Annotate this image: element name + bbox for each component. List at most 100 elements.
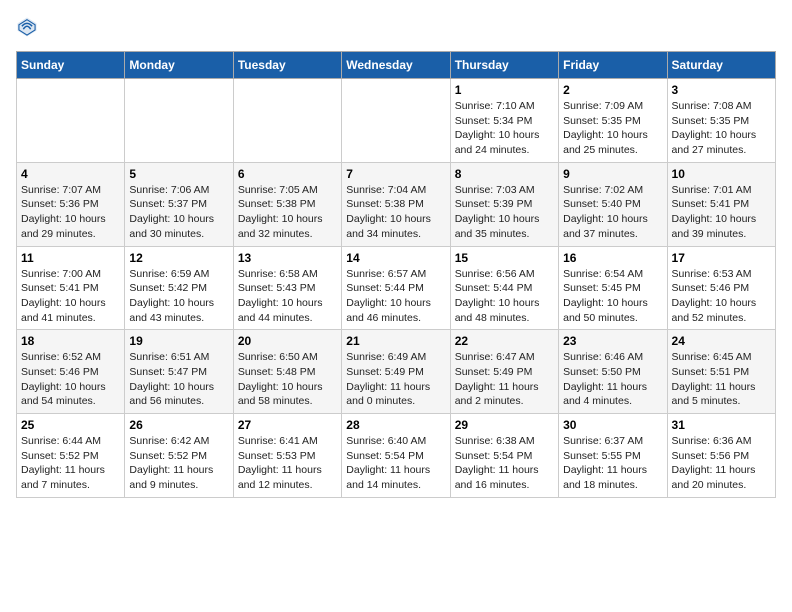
- day-info: Sunrise: 6:52 AM Sunset: 5:46 PM Dayligh…: [21, 350, 120, 409]
- day-info: Sunrise: 6:54 AM Sunset: 5:45 PM Dayligh…: [563, 267, 662, 326]
- day-info: Sunrise: 7:05 AM Sunset: 5:38 PM Dayligh…: [238, 183, 337, 242]
- calendar-cell: 11 Sunrise: 7:00 AM Sunset: 5:41 PM Dayli…: [17, 246, 125, 330]
- calendar-cell: [342, 79, 450, 163]
- calendar-cell: 2 Sunrise: 7:09 AM Sunset: 5:35 PM Daylig…: [559, 79, 667, 163]
- calendar-cell: 26 Sunrise: 6:42 AM Sunset: 5:52 PM Dayli…: [125, 414, 233, 498]
- day-info: Sunrise: 6:58 AM Sunset: 5:43 PM Dayligh…: [238, 267, 337, 326]
- day-info: Sunrise: 7:00 AM Sunset: 5:41 PM Dayligh…: [21, 267, 120, 326]
- column-header-monday: Monday: [125, 52, 233, 79]
- day-info: Sunrise: 6:38 AM Sunset: 5:54 PM Dayligh…: [455, 434, 554, 493]
- day-number: 31: [672, 418, 771, 432]
- day-number: 26: [129, 418, 228, 432]
- day-info: Sunrise: 6:45 AM Sunset: 5:51 PM Dayligh…: [672, 350, 771, 409]
- day-number: 28: [346, 418, 445, 432]
- day-number: 20: [238, 334, 337, 348]
- day-number: 30: [563, 418, 662, 432]
- calendar-header-row: SundayMondayTuesdayWednesdayThursdayFrid…: [17, 52, 776, 79]
- calendar-cell: 1 Sunrise: 7:10 AM Sunset: 5:34 PM Daylig…: [450, 79, 558, 163]
- calendar-cell: [125, 79, 233, 163]
- day-number: 23: [563, 334, 662, 348]
- calendar-cell: 29 Sunrise: 6:38 AM Sunset: 5:54 PM Dayli…: [450, 414, 558, 498]
- calendar-cell: 5Sunrise: 7:06 AM Sunset: 5:37 PM Daylig…: [125, 162, 233, 246]
- day-info: Sunrise: 6:57 AM Sunset: 5:44 PM Dayligh…: [346, 267, 445, 326]
- day-number: 6: [238, 167, 337, 181]
- day-number: 13: [238, 251, 337, 265]
- day-number: 7: [346, 167, 445, 181]
- calendar-table: SundayMondayTuesdayWednesdayThursdayFrid…: [16, 51, 776, 498]
- calendar-week-row: 11 Sunrise: 7:00 AM Sunset: 5:41 PM Dayli…: [17, 246, 776, 330]
- column-header-wednesday: Wednesday: [342, 52, 450, 79]
- day-number: 4: [21, 167, 120, 181]
- day-number: 1: [455, 83, 554, 97]
- day-number: 2: [563, 83, 662, 97]
- day-info: Sunrise: 7:03 AM Sunset: 5:39 PM Dayligh…: [455, 183, 554, 242]
- day-number: 15: [455, 251, 554, 265]
- day-info: Sunrise: 7:04 AM Sunset: 5:38 PM Dayligh…: [346, 183, 445, 242]
- calendar-cell: 13 Sunrise: 6:58 AM Sunset: 5:43 PM Dayli…: [233, 246, 341, 330]
- day-info: Sunrise: 6:50 AM Sunset: 5:48 PM Dayligh…: [238, 350, 337, 409]
- day-info: Sunrise: 7:02 AM Sunset: 5:40 PM Dayligh…: [563, 183, 662, 242]
- day-info: Sunrise: 7:10 AM Sunset: 5:34 PM Dayligh…: [455, 99, 554, 158]
- calendar-cell: 24Sunrise: 6:45 AM Sunset: 5:51 PM Dayli…: [667, 330, 775, 414]
- day-info: Sunrise: 7:07 AM Sunset: 5:36 PM Dayligh…: [21, 183, 120, 242]
- day-info: Sunrise: 6:46 AM Sunset: 5:50 PM Dayligh…: [563, 350, 662, 409]
- page-header: [16, 16, 776, 43]
- calendar-cell: 3Sunrise: 7:08 AM Sunset: 5:35 PM Daylig…: [667, 79, 775, 163]
- calendar-cell: 14 Sunrise: 6:57 AM Sunset: 5:44 PM Dayli…: [342, 246, 450, 330]
- column-header-friday: Friday: [559, 52, 667, 79]
- day-info: Sunrise: 7:09 AM Sunset: 5:35 PM Dayligh…: [563, 99, 662, 158]
- column-header-thursday: Thursday: [450, 52, 558, 79]
- calendar-cell: 28 Sunrise: 6:40 AM Sunset: 5:54 PM Dayli…: [342, 414, 450, 498]
- calendar-cell: 22 Sunrise: 6:47 AM Sunset: 5:49 PM Dayli…: [450, 330, 558, 414]
- day-number: 11: [21, 251, 120, 265]
- calendar-week-row: 25 Sunrise: 6:44 AM Sunset: 5:52 PM Dayli…: [17, 414, 776, 498]
- calendar-cell: 17 Sunrise: 6:53 AM Sunset: 5:46 PM Dayli…: [667, 246, 775, 330]
- day-info: Sunrise: 6:40 AM Sunset: 5:54 PM Dayligh…: [346, 434, 445, 493]
- day-info: Sunrise: 6:59 AM Sunset: 5:42 PM Dayligh…: [129, 267, 228, 326]
- calendar-cell: 21Sunrise: 6:49 AM Sunset: 5:49 PM Dayli…: [342, 330, 450, 414]
- day-number: 10: [672, 167, 771, 181]
- day-info: Sunrise: 6:44 AM Sunset: 5:52 PM Dayligh…: [21, 434, 120, 493]
- calendar-week-row: 1 Sunrise: 7:10 AM Sunset: 5:34 PM Daylig…: [17, 79, 776, 163]
- day-number: 9: [563, 167, 662, 181]
- calendar-week-row: 18Sunrise: 6:52 AM Sunset: 5:46 PM Dayli…: [17, 330, 776, 414]
- day-info: Sunrise: 6:51 AM Sunset: 5:47 PM Dayligh…: [129, 350, 228, 409]
- column-header-sunday: Sunday: [17, 52, 125, 79]
- calendar-week-row: 4 Sunrise: 7:07 AM Sunset: 5:36 PM Daylig…: [17, 162, 776, 246]
- calendar-cell: [17, 79, 125, 163]
- calendar-cell: 10 Sunrise: 7:01 AM Sunset: 5:41 PM Dayli…: [667, 162, 775, 246]
- day-info: Sunrise: 7:08 AM Sunset: 5:35 PM Dayligh…: [672, 99, 771, 158]
- calendar-cell: 15Sunrise: 6:56 AM Sunset: 5:44 PM Dayli…: [450, 246, 558, 330]
- day-number: 25: [21, 418, 120, 432]
- day-number: 8: [455, 167, 554, 181]
- day-info: Sunrise: 6:53 AM Sunset: 5:46 PM Dayligh…: [672, 267, 771, 326]
- calendar-cell: 4 Sunrise: 7:07 AM Sunset: 5:36 PM Daylig…: [17, 162, 125, 246]
- day-info: Sunrise: 6:36 AM Sunset: 5:56 PM Dayligh…: [672, 434, 771, 493]
- calendar-cell: 9 Sunrise: 7:02 AM Sunset: 5:40 PM Daylig…: [559, 162, 667, 246]
- day-number: 12: [129, 251, 228, 265]
- day-number: 5: [129, 167, 228, 181]
- day-number: 29: [455, 418, 554, 432]
- logo: [16, 16, 40, 43]
- day-number: 14: [346, 251, 445, 265]
- day-info: Sunrise: 6:47 AM Sunset: 5:49 PM Dayligh…: [455, 350, 554, 409]
- day-number: 27: [238, 418, 337, 432]
- day-info: Sunrise: 6:41 AM Sunset: 5:53 PM Dayligh…: [238, 434, 337, 493]
- column-header-tuesday: Tuesday: [233, 52, 341, 79]
- calendar-cell: 27 Sunrise: 6:41 AM Sunset: 5:53 PM Dayli…: [233, 414, 341, 498]
- day-number: 17: [672, 251, 771, 265]
- calendar-cell: 23 Sunrise: 6:46 AM Sunset: 5:50 PM Dayli…: [559, 330, 667, 414]
- calendar-cell: [233, 79, 341, 163]
- calendar-cell: 16 Sunrise: 6:54 AM Sunset: 5:45 PM Dayli…: [559, 246, 667, 330]
- day-info: Sunrise: 7:01 AM Sunset: 5:41 PM Dayligh…: [672, 183, 771, 242]
- day-info: Sunrise: 6:42 AM Sunset: 5:52 PM Dayligh…: [129, 434, 228, 493]
- day-number: 22: [455, 334, 554, 348]
- calendar-cell: 8 Sunrise: 7:03 AM Sunset: 5:39 PM Daylig…: [450, 162, 558, 246]
- day-number: 19: [129, 334, 228, 348]
- calendar-cell: 12 Sunrise: 6:59 AM Sunset: 5:42 PM Dayli…: [125, 246, 233, 330]
- day-info: Sunrise: 6:49 AM Sunset: 5:49 PM Dayligh…: [346, 350, 445, 409]
- day-number: 16: [563, 251, 662, 265]
- calendar-cell: 25 Sunrise: 6:44 AM Sunset: 5:52 PM Dayli…: [17, 414, 125, 498]
- column-header-saturday: Saturday: [667, 52, 775, 79]
- calendar-cell: 30Sunrise: 6:37 AM Sunset: 5:55 PM Dayli…: [559, 414, 667, 498]
